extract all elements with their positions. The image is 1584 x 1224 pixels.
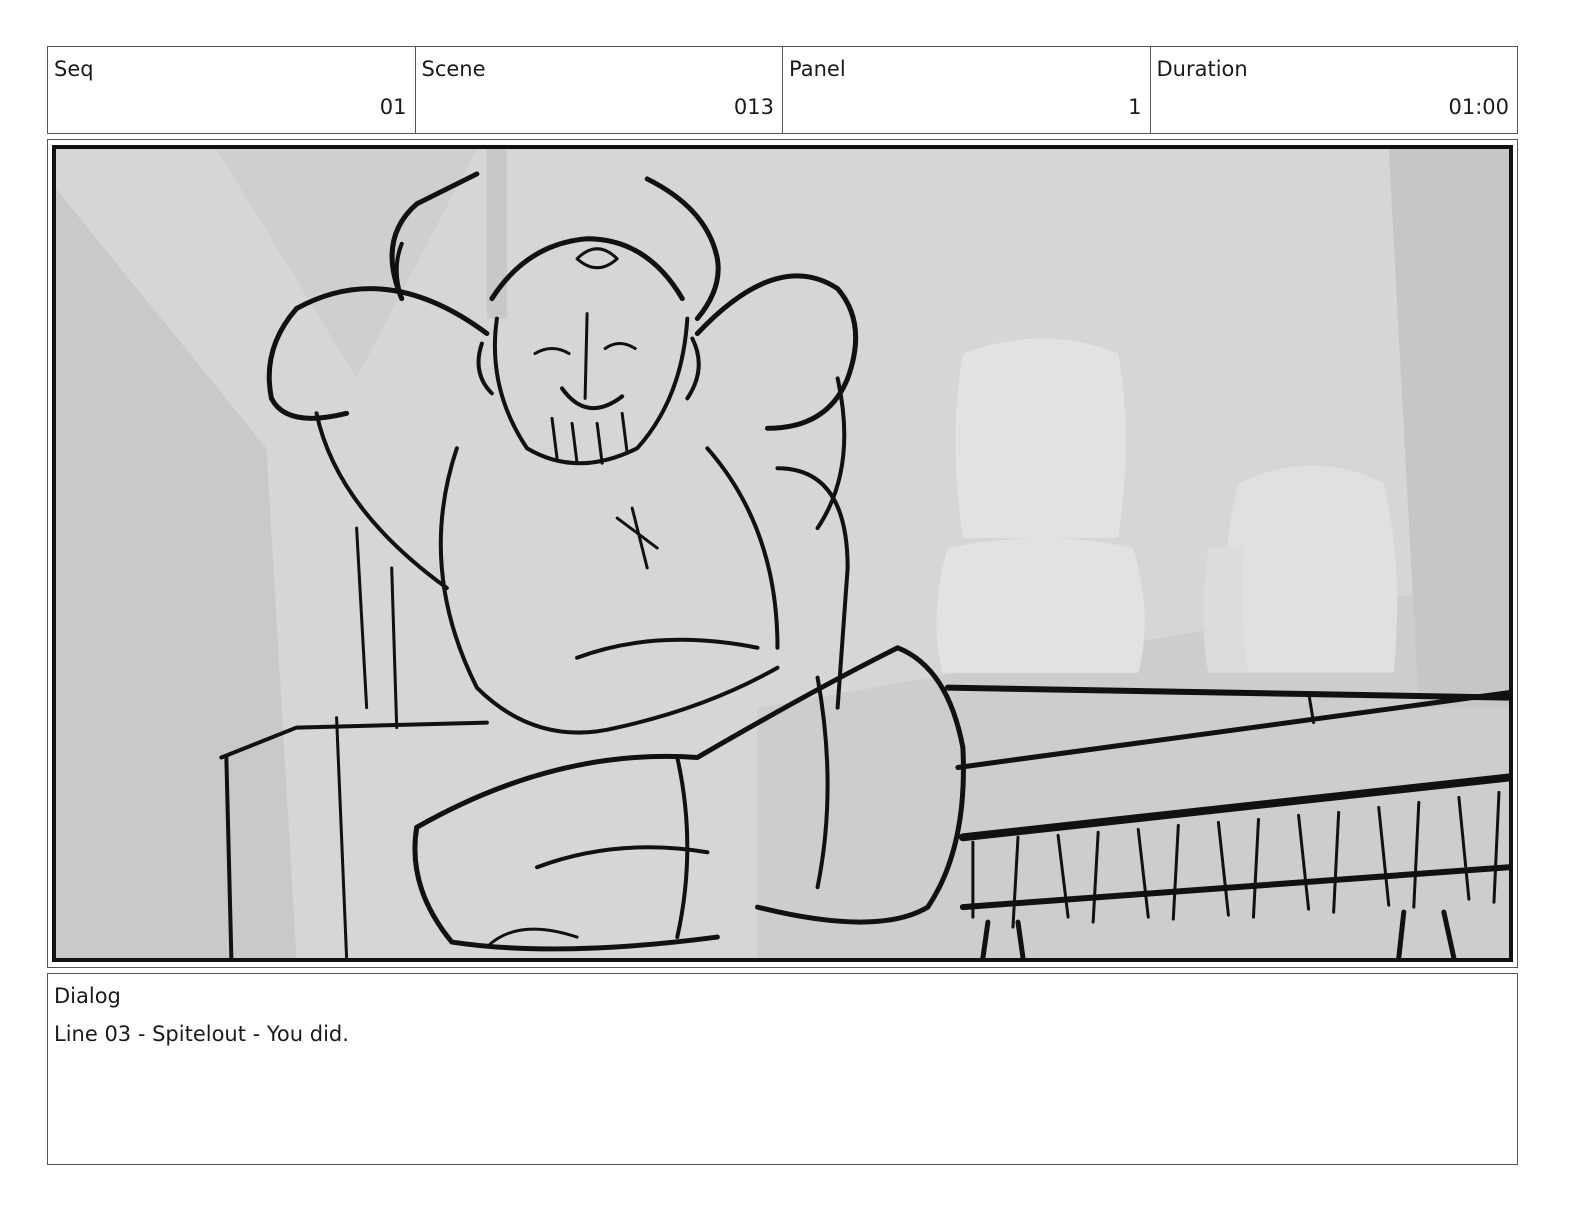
dialog-line: Line 03 - Spitelout - You did.: [54, 1022, 349, 1046]
panel-field: Panel 1: [783, 47, 1151, 133]
panel-label: Panel: [789, 57, 846, 81]
storyboard-sketch: [52, 145, 1513, 962]
panel-value: 1: [1128, 95, 1142, 119]
scene-value: 013: [733, 95, 774, 119]
dialog-label: Dialog: [54, 984, 121, 1008]
duration-label: Duration: [1156, 57, 1248, 81]
scene-field: Scene 013: [416, 47, 783, 133]
dialog-box: Dialog Line 03 - Spitelout - You did.: [47, 973, 1518, 1165]
duration-value: 01:00: [1448, 95, 1509, 119]
duration-field: Duration 01:00: [1151, 47, 1518, 133]
seq-value: 01: [379, 95, 407, 119]
storyboard-frame: [47, 139, 1518, 968]
scene-label: Scene: [421, 57, 486, 81]
seq-label: Seq: [54, 57, 94, 81]
panel-info-header: Seq 01 Scene 013 Panel 1 Duration 01:00: [47, 46, 1518, 134]
seq-field: Seq 01: [48, 47, 416, 133]
sketch-drawing: [56, 149, 1509, 958]
